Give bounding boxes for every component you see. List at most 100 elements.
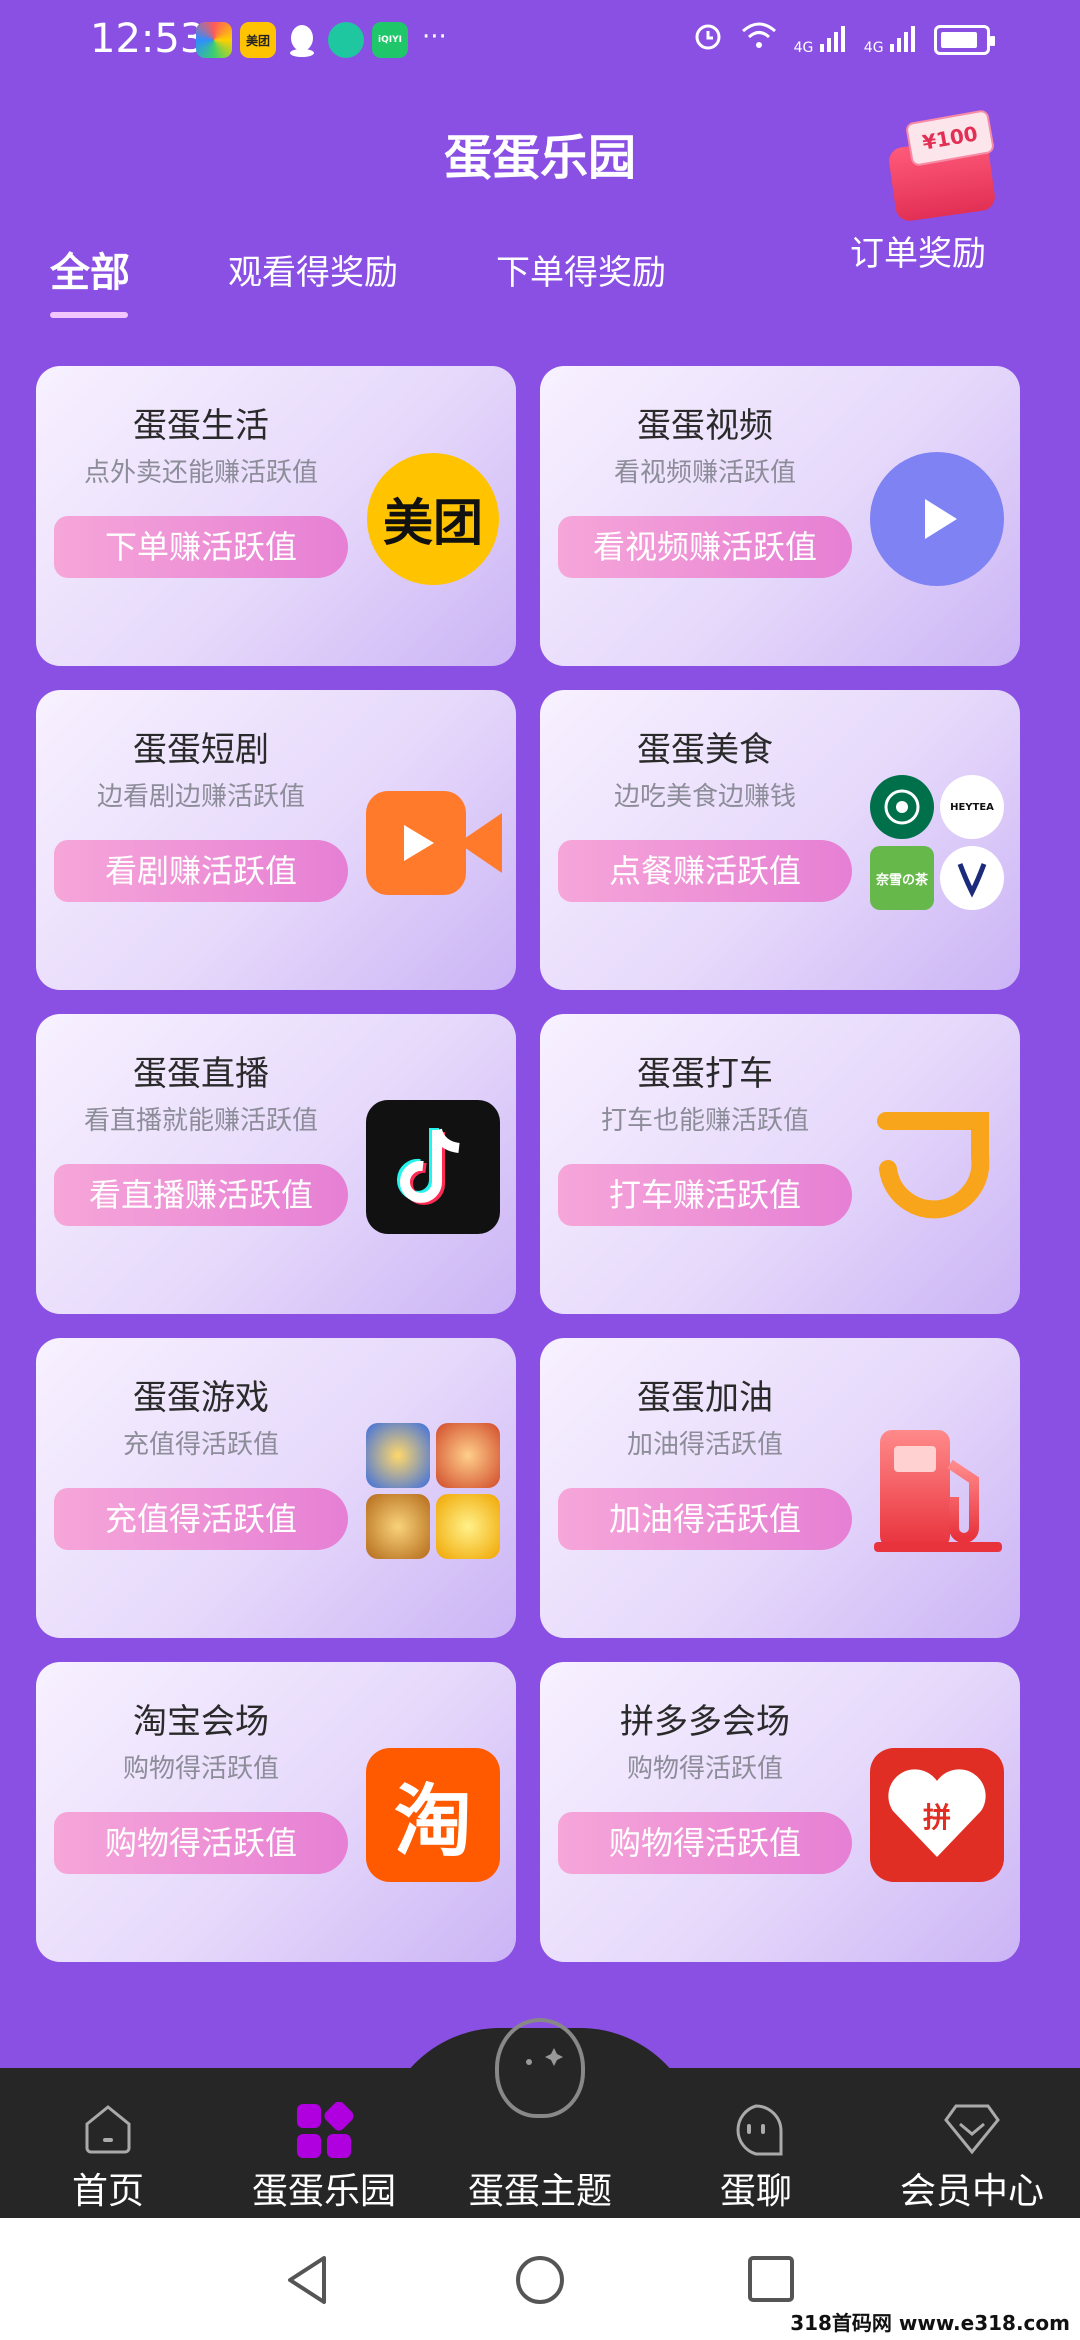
starbucks-icon bbox=[870, 775, 934, 839]
bottom-nav: 首页 蛋蛋乐园 蛋蛋主题 蛋聊 会员中心 bbox=[0, 2018, 1080, 2218]
card-dandan-video[interactable]: 蛋蛋视频 看视频赚活跃值 看视频赚活跃值 bbox=[540, 366, 1020, 666]
home-circle-icon[interactable] bbox=[514, 2254, 566, 2310]
tab-all[interactable]: 全部 bbox=[50, 240, 130, 318]
card-title: 蛋蛋加油 bbox=[637, 1378, 773, 1418]
taxi-earn-button[interactable]: 打车赚活跃值 bbox=[558, 1164, 852, 1226]
card-pinduoduo-venue[interactable]: 拼多多会场 购物得活跃值 购物得活跃值 拼 bbox=[540, 1662, 1020, 1962]
app-icon bbox=[328, 22, 364, 58]
meituan-logo-text: 美团 bbox=[367, 453, 499, 585]
egg-icon bbox=[495, 2018, 585, 2118]
nayuki-icon: 奈雪の茶 bbox=[870, 846, 934, 910]
home-icon bbox=[81, 2102, 135, 2160]
watch-video-earn-button[interactable]: 看视频赚活跃值 bbox=[558, 516, 852, 578]
order-earn-button[interactable]: 下单赚活跃值 bbox=[54, 516, 348, 578]
wifi-icon bbox=[740, 21, 778, 58]
nav-dandan-theme[interactable]: 蛋蛋主题 bbox=[432, 2018, 648, 2218]
red-envelope-icon: ¥100 bbox=[878, 109, 1008, 223]
heytea-icon: HEYTEA bbox=[940, 775, 1004, 839]
watermark: 318首码网 www.e318.com bbox=[790, 2311, 1070, 2335]
order-reward-button[interactable]: ¥100 订单奖励 bbox=[850, 109, 1018, 275]
browser-icon bbox=[196, 22, 232, 58]
meituan-logo-icon: 美团 bbox=[366, 452, 500, 586]
status-time: 12:53 bbox=[90, 16, 206, 62]
nav-dan-chat[interactable]: 蛋聊 bbox=[648, 2068, 864, 2218]
card-subtitle: 打车也能赚活跃值 bbox=[600, 1106, 809, 1136]
back-icon[interactable] bbox=[284, 2254, 332, 2310]
card-title: 淘宝会场 bbox=[133, 1702, 269, 1742]
game-icon-3 bbox=[366, 1494, 430, 1559]
didi-icon bbox=[870, 1100, 1004, 1234]
tiktok-icon bbox=[366, 1100, 500, 1234]
tab-watch-rewards[interactable]: 观看得奖励 bbox=[228, 245, 398, 314]
card-subtitle: 边看剧边赚活跃值 bbox=[96, 782, 305, 812]
card-dandan-life[interactable]: 蛋蛋生活 点外卖还能赚活跃值 下单赚活跃值 美团 bbox=[36, 366, 516, 666]
nav-dandan-park[interactable]: 蛋蛋乐园 bbox=[216, 2068, 432, 2218]
card-dandan-fuel[interactable]: 蛋蛋加油 加油得活跃值 加油得活跃值 bbox=[540, 1338, 1020, 1638]
card-title: 蛋蛋美食 bbox=[637, 730, 773, 770]
pinduoduo-logo-text: 拼 bbox=[923, 1801, 951, 1834]
apps-grid-icon bbox=[295, 2101, 354, 2164]
card-subtitle: 看视频赚活跃值 bbox=[613, 458, 796, 488]
fuel-pump-icon bbox=[870, 1424, 1004, 1558]
recents-icon[interactable] bbox=[746, 2254, 796, 2308]
card-subtitle: 加油得活跃值 bbox=[626, 1430, 783, 1460]
qq-icon bbox=[284, 22, 320, 58]
meituan-app-icon: 美团 bbox=[240, 22, 276, 58]
iqiyi-icon: iQIYI bbox=[372, 22, 408, 58]
activity-grid: 蛋蛋生活 点外卖还能赚活跃值 下单赚活跃值 美团 蛋蛋视频 看视频赚活跃值 看视… bbox=[36, 366, 1020, 1962]
alarm-icon bbox=[692, 20, 724, 59]
card-subtitle: 购物得活跃值 bbox=[626, 1754, 783, 1784]
food-brands-icon: HEYTEA 奈雪の茶 bbox=[870, 775, 1004, 910]
nav-label: 蛋蛋乐园 bbox=[251, 2171, 396, 2212]
cell-signal-icon: 4G bbox=[794, 24, 848, 56]
status-indicators: 4G 4G bbox=[692, 20, 995, 59]
shop-earn-button[interactable]: 购物得活跃值 bbox=[558, 1812, 852, 1874]
diamond-icon bbox=[942, 2102, 1002, 2160]
taobao-icon: 淘 bbox=[366, 1748, 500, 1882]
taobao-logo-text: 淘 bbox=[366, 1748, 500, 1882]
status-bar: 12:53 美团 iQIYI ··· 4G 4G bbox=[0, 0, 1080, 80]
watch-drama-earn-button[interactable]: 看剧赚活跃值 bbox=[54, 840, 348, 902]
nav-member-center[interactable]: 会员中心 bbox=[864, 2068, 1080, 2218]
status-app-icons: 美团 iQIYI ··· bbox=[196, 22, 447, 58]
card-title: 拼多多会场 bbox=[620, 1702, 790, 1742]
card-dandan-taxi[interactable]: 蛋蛋打车 打车也能赚活跃值 打车赚活跃值 bbox=[540, 1014, 1020, 1314]
card-dandan-drama[interactable]: 蛋蛋短剧 边看剧边赚活跃值 看剧赚活跃值 bbox=[36, 690, 516, 990]
card-title: 蛋蛋游戏 bbox=[133, 1378, 269, 1418]
pinduoduo-icon: 拼 bbox=[870, 1748, 1004, 1882]
card-subtitle: 看直播就能赚活跃值 bbox=[83, 1106, 318, 1136]
card-title: 蛋蛋生活 bbox=[133, 406, 269, 446]
card-title: 蛋蛋视频 bbox=[637, 406, 773, 446]
video-camera-icon bbox=[366, 776, 502, 910]
tea-brand-icon bbox=[940, 846, 1004, 910]
nav-home[interactable]: 首页 bbox=[0, 2068, 216, 2218]
game-icon-2 bbox=[436, 1423, 500, 1488]
category-tabs: 全部 观看得奖励 下单得奖励 bbox=[50, 240, 764, 318]
order-reward-label: 订单奖励 bbox=[850, 234, 986, 274]
tab-order-rewards[interactable]: 下单得奖励 bbox=[496, 245, 666, 314]
fuel-earn-button[interactable]: 加油得活跃值 bbox=[558, 1488, 852, 1550]
card-dandan-games[interactable]: 蛋蛋游戏 充值得活跃值 充值得活跃值 bbox=[36, 1338, 516, 1638]
shop-earn-button[interactable]: 购物得活跃值 bbox=[54, 1812, 348, 1874]
game-icon-1 bbox=[366, 1423, 430, 1488]
more-notifications-icon: ··· bbox=[422, 22, 447, 52]
order-food-earn-button[interactable]: 点餐赚活跃值 bbox=[558, 840, 852, 902]
game-icon-4 bbox=[436, 1494, 500, 1559]
card-subtitle: 购物得活跃值 bbox=[122, 1754, 279, 1784]
nav-label: 蛋蛋主题 bbox=[467, 2171, 612, 2212]
card-subtitle: 边吃美食边赚钱 bbox=[613, 782, 796, 812]
cell-signal-icon-2: 4G bbox=[864, 24, 918, 56]
battery-icon bbox=[934, 24, 995, 55]
nav-label: 首页 bbox=[71, 2171, 144, 2212]
games-icon bbox=[366, 1423, 500, 1559]
card-dandan-live[interactable]: 蛋蛋直播 看直播就能赚活跃值 看直播赚活跃值 bbox=[36, 1014, 516, 1314]
nav-label: 蛋聊 bbox=[719, 2171, 792, 2212]
watch-live-earn-button[interactable]: 看直播赚活跃值 bbox=[54, 1164, 348, 1226]
recharge-earn-button[interactable]: 充值得活跃值 bbox=[54, 1488, 348, 1550]
card-subtitle: 充值得活跃值 bbox=[122, 1430, 279, 1460]
card-title: 蛋蛋直播 bbox=[133, 1054, 269, 1094]
card-taobao-venue[interactable]: 淘宝会场 购物得活跃值 购物得活跃值 淘 bbox=[36, 1662, 516, 1962]
play-icon bbox=[870, 452, 1004, 586]
chat-face-icon bbox=[727, 2102, 785, 2164]
card-dandan-food[interactable]: 蛋蛋美食 边吃美食边赚钱 点餐赚活跃值 HEYTEA 奈雪の茶 bbox=[540, 690, 1020, 990]
